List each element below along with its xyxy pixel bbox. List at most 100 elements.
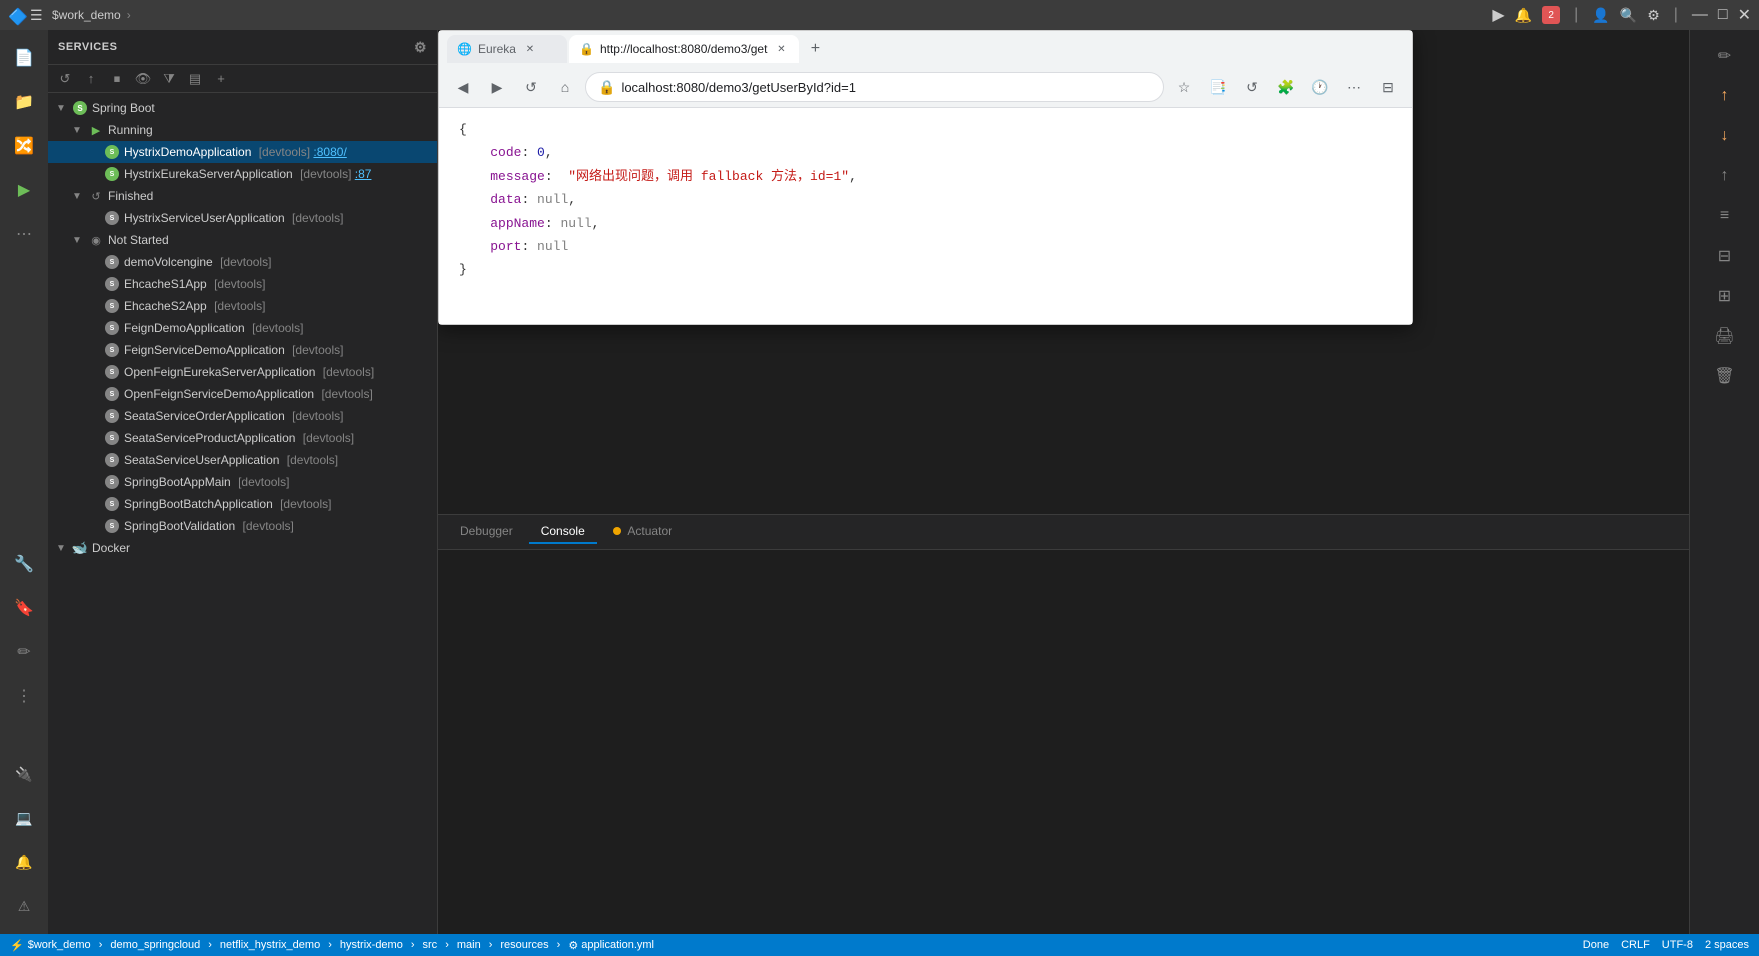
- project-label[interactable]: $work_demo: [52, 8, 121, 22]
- extension-button[interactable]: 🧩: [1272, 73, 1300, 101]
- status-main[interactable]: main: [457, 939, 481, 951]
- delete-icon[interactable]: 🗑: [1707, 358, 1743, 394]
- toolbar-add[interactable]: +: [210, 68, 232, 90]
- toolbar-up[interactable]: ↑: [80, 68, 102, 90]
- run-button[interactable]: ▶: [1492, 5, 1504, 25]
- running-section[interactable]: ▼ ▶ Running: [48, 119, 437, 141]
- activity-vcs[interactable]: 🔀: [4, 126, 44, 166]
- lines-icon[interactable]: ≡: [1707, 198, 1743, 234]
- ehcache-s2-app[interactable]: S EhcacheS2App [devtools]: [48, 295, 437, 317]
- maximize-button[interactable]: □: [1718, 6, 1728, 24]
- search-icon[interactable]: 🔍: [1620, 7, 1637, 24]
- seata-product-app[interactable]: S SeataServiceProductApplication [devtoo…: [48, 427, 437, 449]
- status-filename: application.yml: [581, 939, 654, 951]
- tab-debugger[interactable]: Debugger: [448, 520, 525, 544]
- feign-demo-app[interactable]: S FeignDemoApplication [devtools]: [48, 317, 437, 339]
- new-tab-button[interactable]: +: [801, 35, 829, 63]
- browser-tab-eureka[interactable]: 🌐 Eureka ✕: [447, 35, 567, 63]
- hystrix-demo-port[interactable]: :8080/: [313, 145, 346, 159]
- tab-console[interactable]: Console: [529, 520, 597, 544]
- more-button[interactable]: ⋯: [1340, 73, 1368, 101]
- tab-actuator[interactable]: Actuator: [601, 520, 684, 544]
- feign-service-demo-app[interactable]: S FeignServiceDemoApplication [devtools]: [48, 339, 437, 361]
- arrow-down-icon[interactable]: ↓: [1707, 118, 1743, 154]
- activity-git[interactable]: 🔧: [4, 544, 44, 584]
- ehcache-s1-app[interactable]: S EhcacheS1App [devtools]: [48, 273, 437, 295]
- profile-icon[interactable]: 👤: [1592, 7, 1609, 24]
- activity-notification[interactable]: 🔔: [4, 842, 44, 882]
- star-button[interactable]: ☆: [1170, 73, 1198, 101]
- hystrix-eureka-port[interactable]: :87: [355, 167, 372, 181]
- openfeign-eureka-app[interactable]: S OpenFeignEurekaServerApplication [devt…: [48, 361, 437, 383]
- gear-icon: ⚙: [568, 939, 578, 952]
- seata-order-app[interactable]: S SeataServiceOrderApplication [devtools…: [48, 405, 437, 427]
- running-arrow: ▼: [72, 125, 88, 136]
- reload-button[interactable]: ↺: [1238, 73, 1266, 101]
- activity-explorer[interactable]: 📄: [4, 38, 44, 78]
- seata-user-icon: S: [104, 452, 120, 468]
- not-started-section[interactable]: ▼ ◉ Not Started: [48, 229, 437, 251]
- eureka-tab-close[interactable]: ✕: [522, 41, 538, 57]
- feign-service-icon: S: [104, 342, 120, 358]
- address-bar[interactable]: 🔒 localhost:8080/demo3/getUserById?id=1: [585, 72, 1164, 102]
- toolbar-visibility[interactable]: 👁: [132, 68, 154, 90]
- hamburger-icon[interactable]: ☰: [30, 7, 46, 23]
- status-sep4: ›: [411, 939, 415, 951]
- browser-tab-demo3[interactable]: 🔒 http://localhost:8080/demo3/get ✕: [569, 35, 799, 63]
- sidebar-toggle[interactable]: ⊟: [1374, 73, 1402, 101]
- activity-plugin[interactable]: 🔌: [4, 754, 44, 794]
- status-hystrix-demo[interactable]: hystrix-demo: [340, 939, 403, 951]
- status-file[interactable]: ⚙ application.yml: [568, 939, 654, 952]
- hystrix-service-user-app[interactable]: S HystrixServiceUserApplication [devtool…: [48, 207, 437, 229]
- activity-more[interactable]: ⋯: [4, 214, 44, 254]
- activity-run[interactable]: ▶: [4, 170, 44, 210]
- pencil-icon[interactable]: ✏: [1707, 38, 1743, 74]
- home-button[interactable]: ⌂: [551, 73, 579, 101]
- docker-section[interactable]: ▼ 🐋 Docker: [48, 537, 437, 559]
- format-icon[interactable]: ⊞: [1707, 278, 1743, 314]
- finished-section[interactable]: ▼ ↺ Finished: [48, 185, 437, 207]
- springboot-main-app[interactable]: S SpringBootAppMain [devtools]: [48, 471, 437, 493]
- hystrix-eureka-app[interactable]: S HystrixEurekaServerApplication [devtoo…: [48, 163, 437, 185]
- toolbar-refresh[interactable]: ↺: [54, 68, 76, 90]
- openfeign-service-demo-app[interactable]: S OpenFeignServiceDemoApplication [devto…: [48, 383, 437, 405]
- status-netflix[interactable]: netflix_hystrix_demo: [220, 939, 320, 951]
- activity-alert[interactable]: ⚠: [4, 886, 44, 926]
- hystrix-demo-app[interactable]: S HystrixDemoApplication [devtools] :808…: [48, 141, 437, 163]
- activity-project[interactable]: 📁: [4, 82, 44, 122]
- close-button[interactable]: ✕: [1738, 5, 1751, 25]
- status-demo-springcloud[interactable]: demo_springcloud: [110, 939, 200, 951]
- settings-icon[interactable]: ⚙: [1647, 7, 1660, 24]
- status-indent[interactable]: 2 spaces: [1705, 939, 1749, 951]
- demo3-tab-close[interactable]: ✕: [773, 41, 789, 57]
- up-icon-2[interactable]: ↑: [1707, 158, 1743, 194]
- activity-pencil[interactable]: ✏: [4, 632, 44, 672]
- arrow-up-icon[interactable]: ↑: [1707, 78, 1743, 114]
- collection-button[interactable]: 📑: [1204, 73, 1232, 101]
- status-encoding[interactable]: UTF-8: [1662, 939, 1693, 951]
- demo-volcengine[interactable]: S demoVolcengine [devtools]: [48, 251, 437, 273]
- forward-button[interactable]: ▶: [483, 73, 511, 101]
- back-button[interactable]: ◀: [449, 73, 477, 101]
- history-button[interactable]: 🕐: [1306, 73, 1334, 101]
- status-src[interactable]: src: [423, 939, 438, 951]
- activity-terminal[interactable]: 💻: [4, 798, 44, 838]
- minimize-button[interactable]: —: [1692, 6, 1708, 24]
- springboot-validation-app[interactable]: S SpringBootValidation [devtools]: [48, 515, 437, 537]
- status-project[interactable]: ⚡ $work_demo: [10, 939, 91, 952]
- status-line-ending[interactable]: CRLF: [1621, 939, 1650, 951]
- seata-user-app[interactable]: S SeataServiceUserApplication [devtools]: [48, 449, 437, 471]
- toolbar-stop[interactable]: ⏹: [106, 68, 128, 90]
- services-settings-icon[interactable]: ⚙: [414, 39, 427, 56]
- status-resources[interactable]: resources: [500, 939, 548, 951]
- activity-dots[interactable]: ⋮: [4, 676, 44, 716]
- spring-boot-section[interactable]: ▼ S Spring Boot: [48, 97, 437, 119]
- springboot-batch-app[interactable]: S SpringBootBatchApplication [devtools]: [48, 493, 437, 515]
- toolbar-group[interactable]: ▤: [184, 68, 206, 90]
- print-icon[interactable]: 🖨: [1707, 318, 1743, 354]
- activity-bookmark[interactable]: 🔖: [4, 588, 44, 628]
- refresh-button[interactable]: ↺: [517, 73, 545, 101]
- align-icon[interactable]: ⊟: [1707, 238, 1743, 274]
- toolbar-filter[interactable]: ⧩: [158, 68, 180, 90]
- notification-icon[interactable]: 🔔: [1515, 7, 1532, 24]
